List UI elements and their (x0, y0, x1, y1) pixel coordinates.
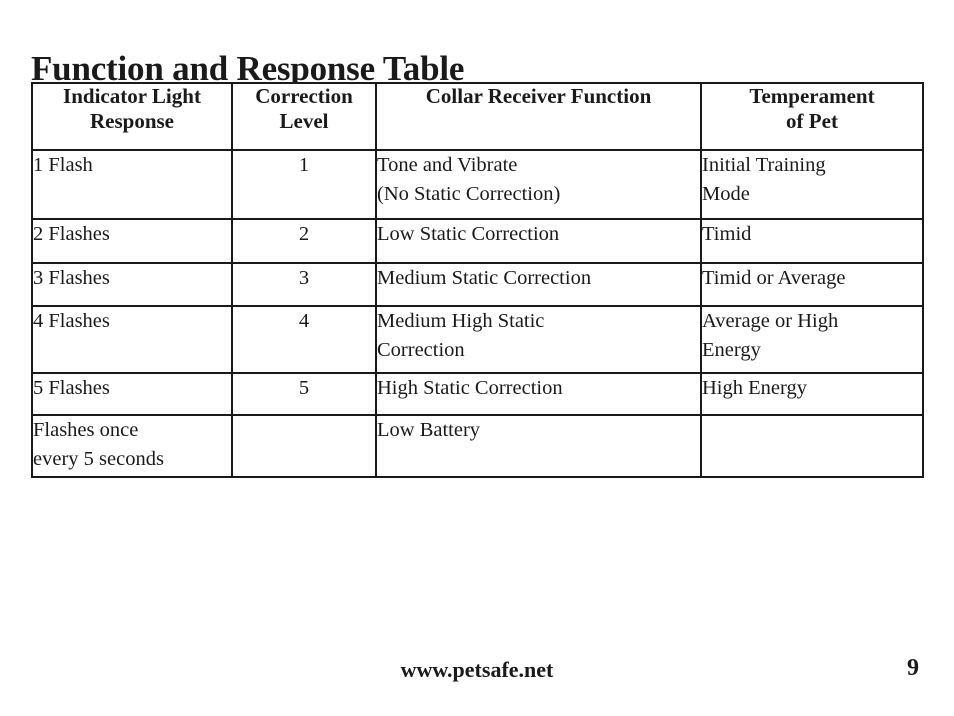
cell-collar-receiver-function: Medium Static Correction (375, 262, 702, 307)
cell-indicator-light-response: 3 Flashes (31, 262, 233, 307)
cell-line: 3 (298, 267, 310, 289)
cell-line: Average or High (702, 310, 839, 332)
cell-line: (No Static Correction) (377, 183, 561, 205)
header-line: Indicator Light (63, 84, 201, 108)
cell-line: 3 Flashes (33, 267, 110, 289)
cell-correction-level: 4 (231, 305, 377, 374)
cell-line: Timid or Average (702, 267, 846, 289)
cell-line: 4 (298, 310, 310, 332)
cell-line: Flashes once (33, 419, 139, 441)
table-row: 1 Flash 1 Tone and Vibrate (No Static Co… (31, 149, 924, 220)
cell-line: 4 Flashes (33, 310, 110, 332)
cell-collar-receiver-function: Medium High Static Correction (375, 305, 702, 374)
cell-temperament-of-pet: Initial Training Mode (700, 149, 924, 220)
footer-page-number: 9 (907, 655, 919, 681)
column-header-collar-receiver-function: Collar Receiver Function (375, 82, 702, 151)
cell-line: Low Battery (377, 419, 481, 441)
table-row: 4 Flashes 4 Medium High Static Correctio… (31, 305, 924, 374)
cell-correction-level: 3 (231, 262, 377, 307)
cell-line: every 5 seconds (33, 448, 164, 470)
table-row: 3 Flashes 3 Medium Static Correction Tim… (31, 262, 924, 307)
column-header-correction-level: Correction Level (231, 82, 377, 151)
cell-indicator-light-response: 4 Flashes (31, 305, 233, 374)
cell-line: Mode (702, 183, 750, 205)
cell-correction-level: 1 (231, 149, 377, 220)
cell-line: High Static Correction (377, 377, 563, 399)
table-row: Flashes once every 5 seconds Low Battery (31, 414, 924, 478)
cell-line: Correction (377, 339, 465, 361)
cell-line: Energy (702, 339, 761, 361)
cell-temperament-of-pet: High Energy (700, 372, 924, 416)
cell-temperament-of-pet (700, 414, 924, 478)
cell-collar-receiver-function: Low Battery (375, 414, 702, 478)
header-line: Level (279, 109, 329, 133)
header-line: of Pet (786, 109, 838, 133)
cell-collar-receiver-function: High Static Correction (375, 372, 702, 416)
column-header-indicator-light-response: Indicator Light Response (31, 82, 233, 151)
cell-line: High Energy (702, 377, 807, 399)
cell-line: 5 Flashes (33, 377, 110, 399)
footer-website: www.petsafe.net (400, 657, 554, 682)
cell-correction-level: 2 (231, 218, 377, 264)
cell-line: Tone and Vibrate (377, 154, 518, 176)
cell-indicator-light-response: 1 Flash (31, 149, 233, 220)
header-line: Temperament (749, 84, 875, 108)
header-line: Collar Receiver Function (425, 84, 652, 108)
table-header-row: Indicator Light Response Correction Leve… (31, 82, 924, 151)
cell-indicator-light-response: Flashes once every 5 seconds (31, 414, 233, 478)
cell-line: 1 (298, 154, 310, 176)
cell-line: 2 (298, 223, 310, 245)
cell-collar-receiver-function: Low Static Correction (375, 218, 702, 264)
cell-correction-level (231, 414, 377, 478)
cell-line: Low Static Correction (377, 223, 560, 245)
cell-indicator-light-response: 2 Flashes (31, 218, 233, 264)
cell-temperament-of-pet: Average or High Energy (700, 305, 924, 374)
cell-line: Medium High Static (377, 310, 545, 332)
cell-line: Timid (702, 223, 752, 245)
cell-line: Medium Static Correction (377, 267, 592, 289)
header-line: Correction (255, 84, 353, 108)
cell-line: 5 (298, 377, 310, 399)
column-header-temperament-of-pet: Temperament of Pet (700, 82, 924, 151)
cell-temperament-of-pet: Timid or Average (700, 262, 924, 307)
table-row: 2 Flashes 2 Low Static Correction Timid (31, 218, 924, 264)
cell-line: 1 Flash (33, 154, 93, 176)
cell-collar-receiver-function: Tone and Vibrate (No Static Correction) (375, 149, 702, 220)
document-page: Function and Response Table Indicator Li… (0, 0, 954, 716)
header-line: Response (89, 109, 174, 133)
cell-temperament-of-pet: Timid (700, 218, 924, 264)
cell-line: 2 Flashes (33, 223, 110, 245)
cell-line: Initial Training (702, 154, 826, 176)
function-response-table: Indicator Light Response Correction Leve… (31, 82, 924, 478)
cell-indicator-light-response: 5 Flashes (31, 372, 233, 416)
cell-correction-level: 5 (231, 372, 377, 416)
table-row: 5 Flashes 5 High Static Correction High … (31, 372, 924, 416)
